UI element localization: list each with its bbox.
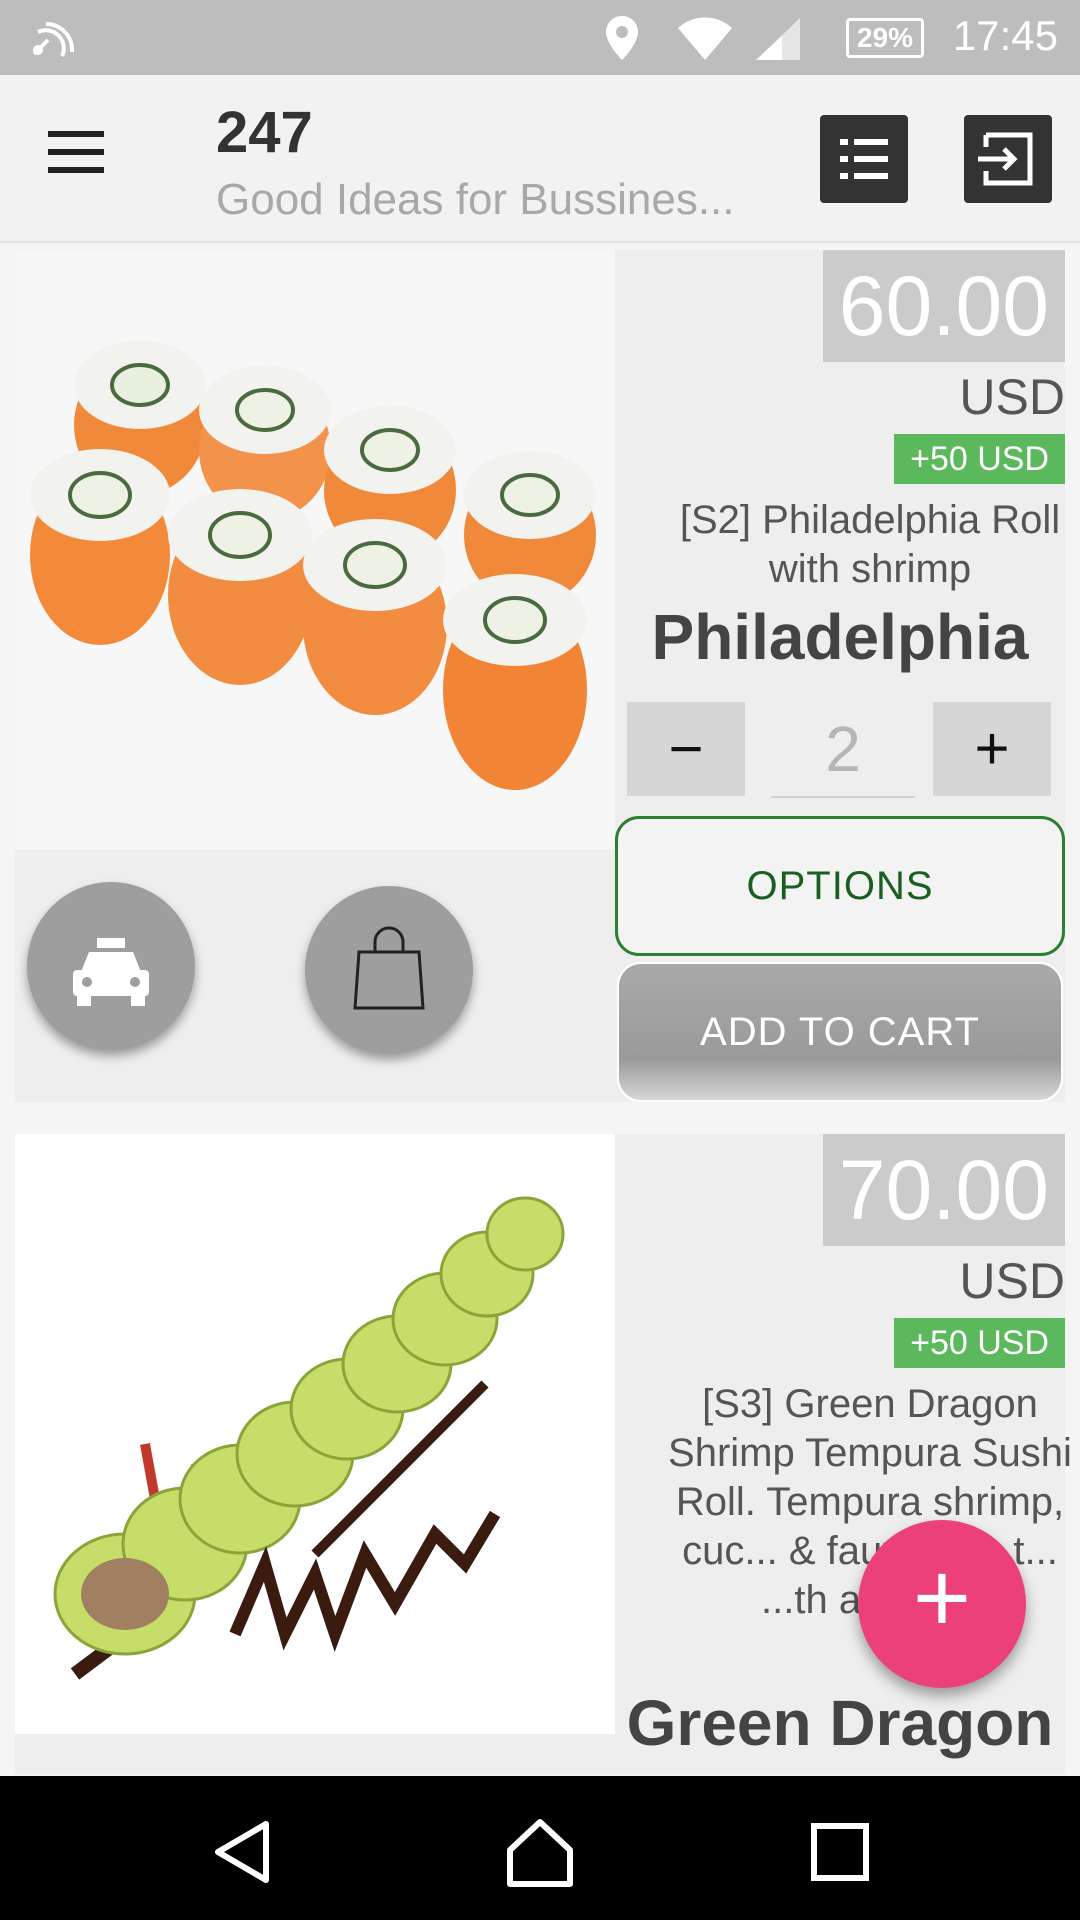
- battery-indicator: 29%: [846, 18, 924, 58]
- currency: USD: [959, 1253, 1065, 1309]
- extra-price-badge: +50 USD: [894, 434, 1065, 484]
- product-card: 60.00 USD +50 USD [S2] Philadelphia Roll…: [15, 250, 1065, 1102]
- delivery-button[interactable]: [27, 882, 195, 1050]
- currency: USD: [959, 369, 1065, 425]
- options-button[interactable]: OPTIONS: [615, 816, 1065, 956]
- clock: 17:45: [952, 12, 1058, 59]
- takeaway-button[interactable]: [305, 886, 473, 1054]
- app-bar: 247 Good Ideas for Bussines...: [0, 75, 1080, 243]
- logout-icon: [978, 132, 1033, 186]
- product-name: Green Dragon: [626, 1687, 1054, 1759]
- product-description: [S2] Philadelphia Roll with shrimp: [679, 498, 1061, 591]
- location-icon: [606, 16, 638, 60]
- quantity-input[interactable]: [771, 702, 915, 798]
- taxi-icon: [73, 938, 149, 1006]
- shopping-bag-icon: [353, 926, 425, 1010]
- price: 70.00: [822, 1134, 1065, 1246]
- app-subtitle: Good Ideas for Bussines...: [216, 175, 735, 224]
- extra-price-badge: +50 USD: [894, 1318, 1065, 1368]
- minus-icon: −: [668, 715, 704, 782]
- home-icon[interactable]: [500, 1812, 580, 1892]
- list-view-button[interactable]: [820, 115, 908, 203]
- app-title: 247: [216, 100, 313, 165]
- menu-icon[interactable]: [48, 131, 120, 187]
- logout-button[interactable]: [964, 115, 1052, 203]
- wifi-icon: [678, 17, 732, 60]
- back-icon[interactable]: [204, 1812, 284, 1892]
- recents-icon[interactable]: [800, 1812, 880, 1892]
- product-name: Philadelphia: [651, 601, 1029, 673]
- nfc-icon: [32, 21, 75, 57]
- sushi-rolls-illustration: [30, 341, 596, 790]
- product-image-green-dragon[interactable]: [15, 1134, 615, 1734]
- add-to-cart-button[interactable]: ADD TO CART: [617, 962, 1063, 1102]
- add-icon: +: [912, 1542, 972, 1654]
- dragon-roll-illustration: [53, 1196, 565, 1680]
- signal-icon: [756, 18, 800, 60]
- system-nav-bar: [0, 1776, 1080, 1920]
- add-fab-button[interactable]: +: [858, 1520, 1026, 1688]
- status-bar: 29% 17:45: [0, 0, 1080, 75]
- list-icon: [840, 139, 888, 179]
- product-image-philadelphia[interactable]: [15, 250, 615, 850]
- price: 60.00: [822, 250, 1065, 362]
- plus-icon: +: [974, 715, 1010, 782]
- increase-quantity-button[interactable]: +: [933, 702, 1051, 796]
- decrease-quantity-button[interactable]: −: [627, 702, 745, 796]
